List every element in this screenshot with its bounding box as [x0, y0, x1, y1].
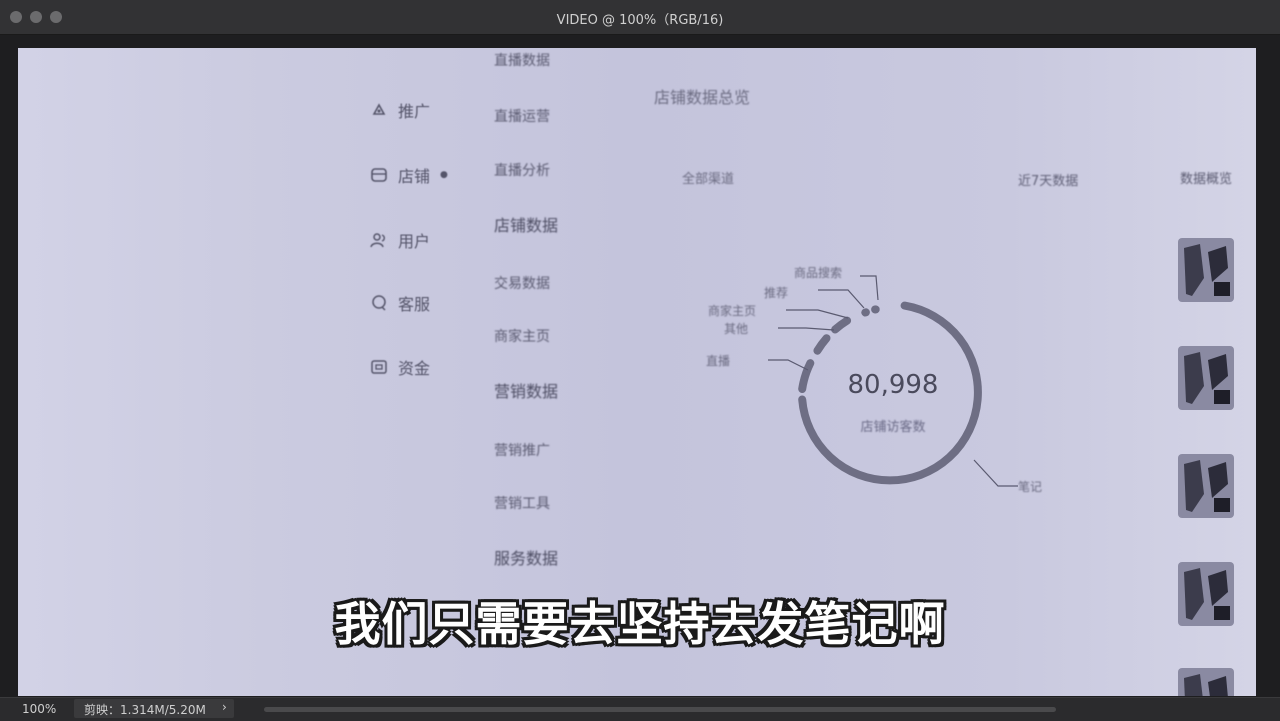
status-bar: 100% 剪映：1.314M/5.20M › [0, 697, 1280, 721]
submenu-item[interactable]: 营销推广 [494, 440, 550, 460]
window-titlebar: VIDEO @ 100%（RGB/16) [0, 0, 1280, 35]
overview-label: 数据概览 [1180, 168, 1232, 187]
donut-label-recommend: 推荐 [764, 284, 788, 301]
users-icon [370, 231, 388, 249]
sidebar-item-label: 推广 [398, 98, 430, 122]
chevron-right-icon[interactable]: › [222, 700, 227, 714]
sidebar-item-promotion[interactable]: 推广 [370, 98, 430, 122]
window-title: VIDEO @ 100%（RGB/16) [0, 9, 1280, 28]
submenu-item[interactable]: 商家主页 [494, 326, 550, 346]
store-icon [370, 166, 388, 184]
donut-label-live: 直播 [706, 352, 730, 369]
submenu-item[interactable]: 直播分析 [494, 160, 550, 180]
submenu-item[interactable]: 直播数据 [494, 50, 550, 70]
submenu-item[interactable]: 营销工具 [494, 493, 550, 513]
submenu-group-service-data[interactable]: 服务数据 [494, 545, 558, 569]
chat-icon [370, 294, 388, 312]
sidebar-item-label: 用户 [398, 228, 430, 252]
submenu-item[interactable]: 交易数据 [494, 273, 550, 293]
submenu-group-marketing-data[interactable]: 营销数据 [494, 378, 558, 402]
donut-label-search: 商品搜索 [794, 264, 842, 281]
product-thumbnail[interactable] [1178, 238, 1234, 302]
sidebar-item-label: 客服 [398, 291, 430, 315]
submenu-item[interactable]: 直播运营 [494, 106, 550, 126]
total-visitors-label: 店铺访客数 [798, 416, 988, 435]
sidebar-item-funds[interactable]: 资金 [370, 355, 430, 379]
donut-label-other: 其他 [724, 320, 748, 337]
sidebar-item-users[interactable]: 用户 [370, 228, 430, 252]
document-info-text: 剪映：1.314M/5.20M [84, 701, 206, 718]
tag-icon [370, 101, 388, 119]
date-range-filter[interactable]: 近7天数据 [1018, 170, 1078, 189]
donut-segment-other [817, 338, 826, 351]
product-thumbnail[interactable] [1178, 346, 1234, 410]
sidebar-item-label: 资金 [398, 355, 430, 379]
donut-label-notes: 笔记 [1018, 478, 1042, 495]
total-visitors-value: 80,998 [798, 370, 988, 400]
product-thumbnail[interactable] [1178, 668, 1234, 696]
sidebar-item-store[interactable]: 店铺 ● [370, 163, 448, 187]
chevron-down-icon: ● [440, 170, 448, 180]
document-info[interactable]: 剪映：1.314M/5.20M › [74, 699, 234, 718]
wallet-icon [370, 358, 388, 376]
sidebar-item-label: 店铺 [398, 163, 430, 187]
section-title: 店铺数据总览 [654, 84, 750, 108]
horizontal-scrollbar[interactable] [264, 707, 1056, 712]
video-subtitle: 我们只需要去坚持去发笔记啊 [0, 588, 1280, 654]
sidebar-item-service[interactable]: 客服 [370, 291, 430, 315]
channel-filter[interactable]: 全部渠道 [682, 168, 734, 187]
donut-label-home: 商家主页 [708, 302, 756, 319]
product-thumbnail[interactable] [1178, 454, 1234, 518]
zoom-level[interactable]: 100% [22, 702, 56, 716]
donut-segment-home [835, 321, 847, 330]
submenu-group-store-data[interactable]: 店铺数据 [494, 212, 558, 236]
